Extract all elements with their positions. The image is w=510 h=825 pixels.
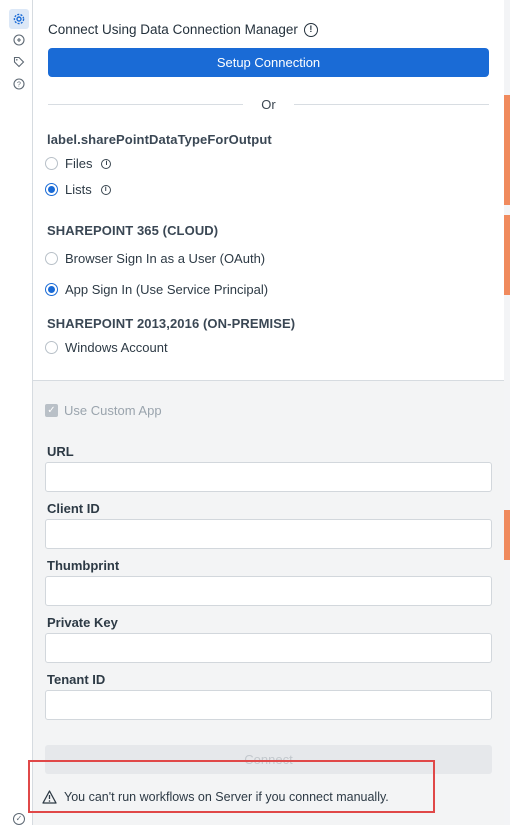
- canvas-tool-block: [504, 95, 510, 205]
- or-text: Or: [261, 96, 276, 112]
- manual-connection-warning: You can't run workflows on Server if you…: [42, 790, 389, 804]
- private-key-label: Private Key: [47, 615, 118, 630]
- radio-files[interactable]: Files i: [45, 156, 112, 171]
- help-icon[interactable]: ?: [11, 76, 27, 92]
- info-icon[interactable]: !: [303, 22, 318, 37]
- radio-lists[interactable]: Lists i: [45, 182, 111, 197]
- client-id-input[interactable]: [45, 519, 492, 549]
- left-icon-rail: ? ✓: [0, 0, 33, 825]
- radio-button[interactable]: [45, 283, 58, 296]
- use-custom-app-checkbox[interactable]: ✓ Use Custom App: [45, 403, 162, 418]
- divider-line: [48, 103, 244, 105]
- info-icon[interactable]: i: [100, 184, 111, 195]
- tenant-id-input[interactable]: [45, 690, 492, 720]
- thumbprint-input[interactable]: [45, 576, 492, 606]
- configuration-panel: Connect Using Data Connection Manager ! …: [33, 0, 504, 825]
- output-type-label: label.sharePointDataTypeForOutput: [47, 132, 272, 147]
- connection-manager-title-text: Connect Using Data Connection Manager: [48, 22, 298, 37]
- cloud-section-label: SHAREPOINT 365 (CLOUD): [47, 223, 219, 238]
- radio-label: App Sign In (Use Service Principal): [65, 282, 269, 297]
- tenant-id-label: Tenant ID: [47, 672, 106, 687]
- status-check-icon: ✓: [13, 813, 25, 825]
- svg-text:?: ?: [17, 81, 21, 88]
- connection-options-section: Connect Using Data Connection Manager ! …: [33, 0, 504, 381]
- checkbox-label: Use Custom App: [64, 403, 162, 418]
- radio-label: Windows Account: [65, 340, 168, 355]
- radio-app-sign-in[interactable]: App Sign In (Use Service Principal): [45, 282, 268, 297]
- radio-label: Lists: [65, 182, 92, 197]
- radio-button[interactable]: [45, 157, 58, 170]
- canvas-tool-block: [504, 510, 510, 560]
- thumbprint-label: Thumbprint: [47, 558, 120, 573]
- workflow-canvas-edge: [504, 0, 510, 825]
- canvas-tool-block: [504, 215, 510, 295]
- warning-text: You can't run workflows on Server if you…: [64, 790, 389, 804]
- warning-icon: [42, 790, 57, 804]
- divider-line: [293, 103, 490, 105]
- radio-button[interactable]: [45, 183, 58, 196]
- radio-label: Browser Sign In as a User (OAuth): [65, 251, 266, 266]
- radio-button[interactable]: [45, 252, 58, 265]
- gear-icon[interactable]: [9, 9, 29, 29]
- or-divider: Or: [48, 95, 490, 113]
- connect-button[interactable]: Connect: [45, 745, 492, 774]
- radio-label: Files: [65, 156, 93, 171]
- radio-windows-account[interactable]: Windows Account: [45, 340, 168, 355]
- checkbox[interactable]: ✓: [45, 404, 58, 417]
- private-key-input[interactable]: [45, 633, 492, 663]
- url-input[interactable]: [45, 462, 492, 492]
- setup-connection-button[interactable]: Setup Connection: [48, 48, 489, 77]
- onprem-section-label: SHAREPOINT 2013,2016 (ON-PREMISE): [47, 316, 296, 331]
- radio-browser-sign-in[interactable]: Browser Sign In as a User (OAuth): [45, 251, 265, 266]
- url-label: URL: [47, 444, 74, 459]
- tag-icon[interactable]: [11, 54, 27, 70]
- info-icon[interactable]: i: [101, 158, 112, 169]
- connector-icon[interactable]: [11, 32, 27, 48]
- connection-manager-title: Connect Using Data Connection Manager !: [48, 22, 318, 37]
- radio-button[interactable]: [45, 341, 58, 354]
- client-id-label: Client ID: [47, 501, 100, 516]
